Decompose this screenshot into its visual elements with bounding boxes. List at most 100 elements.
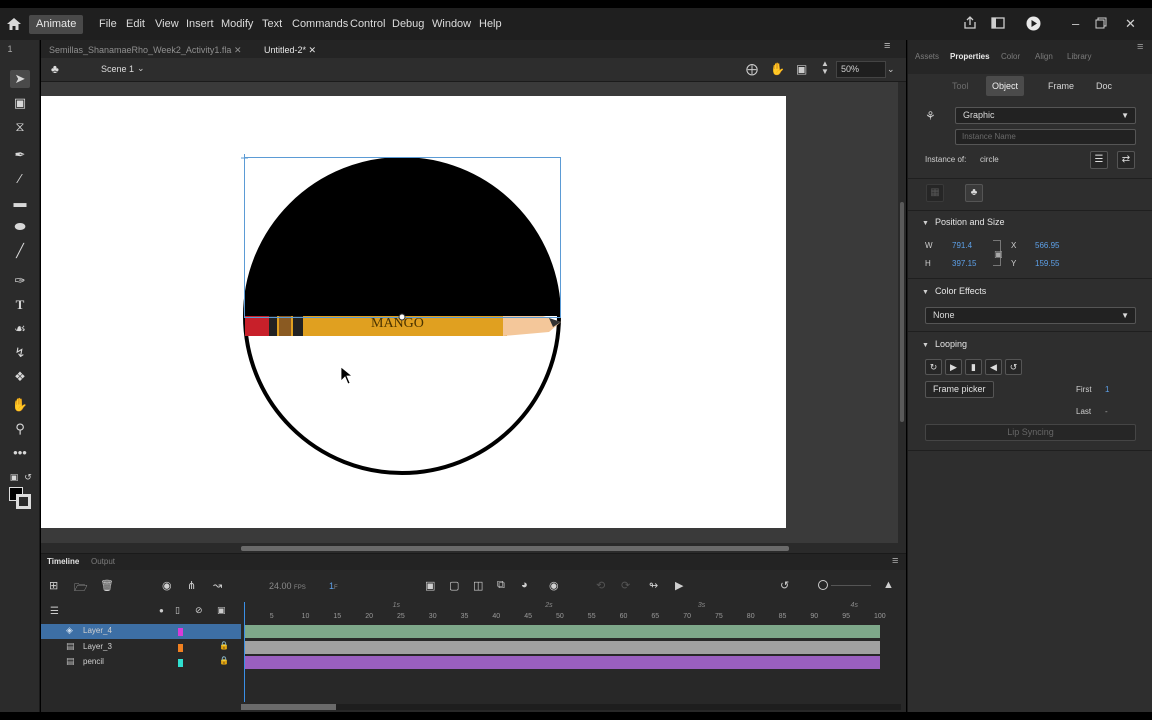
insert-frame-icon[interactable]: ◫ [473, 579, 483, 592]
paint-bucket-tool-icon[interactable]: ☙ [10, 320, 30, 338]
free-transform-tool-icon[interactable]: ▣ [10, 94, 30, 112]
zoom-stepper-icon[interactable]: ▲ ▼ [821, 60, 829, 76]
tween-icon[interactable]: ⧉ [497, 579, 505, 592]
chevron-down-icon[interactable]: ⌄ [137, 63, 145, 74]
layer-row[interactable]: ▤ pencil 🔒 [41, 655, 906, 670]
tab-output[interactable]: Output [91, 557, 115, 566]
text-tool-icon[interactable]: T [10, 296, 30, 314]
layer-name[interactable]: pencil [83, 657, 104, 666]
fps-display[interactable]: 24.00 FPS [269, 581, 306, 591]
break-apart-icon[interactable]: ▦ [926, 184, 944, 202]
edit-scene-icon[interactable]: ♣ [51, 62, 59, 76]
x-value[interactable]: 566.95 [1035, 241, 1059, 250]
layer-color-swatch[interactable] [178, 659, 183, 667]
eyedropper-tool-icon[interactable]: ↯ [10, 344, 30, 362]
lip-syncing-button[interactable]: Lip Syncing [925, 424, 1136, 441]
swap-colors-icon[interactable]: ↺ [18, 468, 38, 486]
loop-reverse-icon[interactable]: ↺ [1005, 359, 1022, 375]
lasso-tool-icon[interactable]: ⧖ [10, 118, 30, 136]
tab-color[interactable]: Color [1001, 52, 1020, 61]
doc-menu-icon[interactable]: ≡ [884, 40, 890, 52]
pin-tool-icon[interactable]: ❖ [10, 368, 30, 386]
tab-properties[interactable]: Properties [950, 52, 990, 61]
zoom-tool-icon[interactable]: ⚲ [10, 420, 30, 438]
layer-frames[interactable] [244, 641, 880, 654]
tab-timeline[interactable]: Timeline [47, 557, 79, 566]
fit-timeline-icon[interactable]: ▲ [883, 579, 894, 591]
doc-tab-untitled[interactable]: Untitled-2* ✕ [264, 42, 316, 58]
subtab-tool[interactable]: Tool [946, 76, 975, 96]
pasteboard[interactable]: MANGO [41, 82, 898, 543]
play-once-icon[interactable]: ▶ [945, 359, 962, 375]
tab-library[interactable]: Library [1067, 52, 1091, 61]
close-tab-icon[interactable]: ✕ [234, 45, 242, 55]
timeline-menu-icon[interactable]: ≡ [892, 555, 898, 567]
delete-layer-icon[interactable]: 🗑 [100, 579, 114, 592]
graph-icon[interactable]: ↝ [213, 579, 222, 592]
stage-artwork[interactable]: MANGO [41, 96, 786, 528]
layer-row[interactable]: ▤ Layer_3 🔒 [41, 640, 906, 655]
frame-picker-button[interactable]: Frame picker [925, 381, 994, 398]
layer-name[interactable]: Layer_3 [83, 642, 112, 651]
close-tab-icon[interactable]: ✕ [309, 45, 317, 55]
looping-header[interactable]: ▼ Looping [922, 339, 967, 349]
layer-row[interactable]: ◈ Layer_4 [41, 624, 906, 639]
lock-all-icon[interactable]: ▣ [217, 605, 226, 616]
layer-color-swatch[interactable] [178, 628, 183, 636]
insert-keyframe-icon[interactable]: ▣ [425, 579, 435, 592]
menu-help[interactable]: Help [479, 16, 502, 32]
stage-vertical-scrollbar[interactable] [898, 82, 906, 543]
play-reverse-once-icon[interactable]: ◀ [985, 359, 1002, 375]
play-icon[interactable]: ▶ [675, 579, 683, 592]
layer-frames[interactable] [244, 656, 880, 669]
line-tool-icon[interactable]: ╱ [10, 242, 30, 260]
selection-tool-icon[interactable]: ➤ [10, 70, 30, 88]
next-frame-icon[interactable]: ⟳ [621, 579, 630, 592]
clip-canvas-icon[interactable]: ▣ [796, 62, 807, 76]
brush-tool-icon[interactable]: ∕ [10, 170, 30, 188]
menu-view[interactable]: View [155, 16, 179, 32]
pen-tool-icon[interactable]: ✑ [10, 272, 30, 290]
width-value[interactable]: 791.4 [952, 241, 972, 250]
menu-file[interactable]: File [99, 16, 117, 32]
fill-color-swatch[interactable] [16, 494, 31, 509]
more-tools-icon[interactable]: ••• [10, 444, 30, 462]
timeline-zoom-slider[interactable] [831, 585, 871, 586]
swap-symbol-icon[interactable]: ⇄ [1117, 151, 1135, 169]
lock-ratio-icon[interactable]: ▣ [994, 249, 1003, 260]
test-movie-icon[interactable] [1026, 16, 1041, 31]
stage-horizontal-scrollbar[interactable] [41, 543, 906, 553]
height-value[interactable]: 397.15 [952, 259, 976, 268]
highlight-icon[interactable]: ● [159, 606, 164, 615]
app-name-badge[interactable]: Animate [29, 15, 84, 34]
panel-menu-icon[interactable]: ≡ [1137, 41, 1143, 53]
snap-icon[interactable]: ⨁ [746, 62, 758, 76]
prev-frame-icon[interactable]: ⟲ [596, 579, 605, 592]
position-size-header[interactable]: ▼ Position and Size [922, 217, 1004, 227]
scroll-thumb[interactable] [900, 202, 904, 422]
collapse-icon[interactable]: 1 [0, 40, 20, 58]
menu-text[interactable]: Text [262, 16, 282, 32]
color-effects-header[interactable]: ▼ Color Effects [922, 286, 986, 296]
doc-tab-activity[interactable]: Semillas_ShanamaeRho_Week2_Activity1.fla… [49, 42, 242, 58]
scroll-thumb[interactable] [241, 546, 789, 551]
zoom-dropdown-icon[interactable]: ⌄ [887, 64, 895, 75]
stage[interactable]: MANGO [41, 96, 786, 528]
subtab-object[interactable]: Object [986, 76, 1025, 96]
zoom-input[interactable]: 50% [836, 61, 886, 78]
insert-blank-keyframe-icon[interactable]: ▢ [449, 579, 459, 592]
hand-icon[interactable]: ✋ [770, 62, 785, 76]
workspace-icon[interactable] [991, 17, 1005, 29]
new-folder-icon[interactable]: 🗁 [74, 579, 88, 598]
color-effect-select[interactable]: None ▼ [925, 307, 1136, 324]
layer-frames[interactable] [244, 625, 880, 638]
subtab-frame[interactable]: Frame [1042, 76, 1080, 96]
paint-brush-tool-icon[interactable]: ✒ [10, 146, 30, 164]
menu-insert[interactable]: Insert [186, 16, 214, 32]
tab-align[interactable]: Align [1035, 52, 1053, 61]
current-frame[interactable]: 1F [329, 581, 338, 591]
last-frame-value[interactable]: - [1105, 407, 1108, 416]
y-value[interactable]: 159.55 [1035, 259, 1059, 268]
lock-icon[interactable]: 🔒 [219, 656, 229, 665]
layer-name[interactable]: Layer_4 [83, 626, 112, 635]
